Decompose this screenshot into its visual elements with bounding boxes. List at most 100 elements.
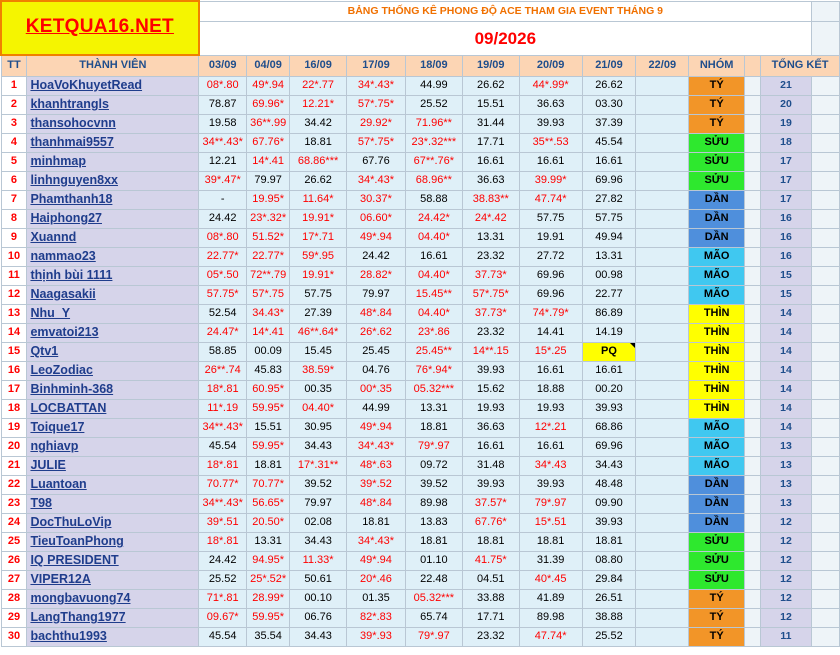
empty-cell[interactable] xyxy=(635,170,690,191)
score-cell[interactable]: 34**.43* xyxy=(198,132,248,153)
score-cell[interactable]: 04.76 xyxy=(346,360,406,381)
member-name[interactable]: nghiavp xyxy=(26,436,200,457)
score-cell[interactable]: 39.93 xyxy=(581,512,637,533)
score-cell[interactable]: 01.10 xyxy=(404,550,463,571)
score-cell[interactable]: 22.77* xyxy=(198,246,248,267)
score-cell[interactable]: 25.52 xyxy=(198,569,248,590)
group-badge[interactable]: SỬU xyxy=(688,550,746,571)
site-logo[interactable]: KETQUA16.NET xyxy=(26,16,174,37)
member-name[interactable]: khanhtrangls xyxy=(26,94,200,115)
score-cell[interactable]: 20.50* xyxy=(246,512,291,533)
score-cell[interactable]: 01.35 xyxy=(346,588,406,609)
score-cell[interactable]: 45.83 xyxy=(246,360,291,381)
empty-cell[interactable] xyxy=(635,284,690,305)
empty-cell[interactable] xyxy=(635,398,690,419)
score-cell[interactable]: 59*.95 xyxy=(289,246,348,267)
score-cell[interactable]: 25.52 xyxy=(581,626,637,647)
score-cell[interactable]: 48.48 xyxy=(581,474,637,495)
score-cell[interactable]: 26.62 xyxy=(461,75,520,96)
score-cell[interactable]: 30.37* xyxy=(346,189,406,210)
score-cell[interactable]: 37.73* xyxy=(461,265,520,286)
score-cell[interactable]: 37.57* xyxy=(461,493,520,514)
score-cell[interactable]: 04.40* xyxy=(404,227,463,248)
score-cell[interactable]: 14.41 xyxy=(518,322,583,343)
score-cell[interactable]: 39.93 xyxy=(518,474,583,495)
score-cell[interactable]: 74*.79* xyxy=(518,303,583,324)
score-cell[interactable]: 45.54 xyxy=(581,132,637,153)
score-cell[interactable]: 39*.93 xyxy=(346,626,406,647)
empty-cell[interactable] xyxy=(635,227,690,248)
score-cell[interactable]: 28.99* xyxy=(246,588,291,609)
score-cell[interactable]: 39.52 xyxy=(404,474,463,495)
score-cell[interactable]: 12.21* xyxy=(289,94,348,115)
score-cell[interactable]: 57.75 xyxy=(581,208,637,229)
group-badge[interactable]: THÌN xyxy=(688,303,746,324)
score-cell[interactable]: 16.61 xyxy=(461,436,520,457)
score-cell[interactable]: 08*.80 xyxy=(198,75,248,96)
score-cell[interactable]: 34.43 xyxy=(581,455,637,476)
empty-cell[interactable] xyxy=(635,531,690,552)
score-cell[interactable]: 15.62 xyxy=(461,379,520,400)
score-cell[interactable]: 25.45 xyxy=(346,341,406,362)
score-cell[interactable]: 13.31 xyxy=(461,227,520,248)
score-cell[interactable]: 11.64* xyxy=(289,189,348,210)
score-cell[interactable]: 17*.71 xyxy=(289,227,348,248)
score-cell[interactable]: 71*.81 xyxy=(198,588,248,609)
member-name[interactable]: Toique17 xyxy=(26,417,200,438)
score-cell[interactable]: 22.48 xyxy=(404,569,463,590)
score-cell[interactable]: 18*.81 xyxy=(198,531,248,552)
score-cell[interactable]: 57.75 xyxy=(289,284,348,305)
score-cell[interactable]: 27.39 xyxy=(289,303,348,324)
score-cell[interactable]: 06.60* xyxy=(346,208,406,229)
score-cell[interactable]: 15.51 xyxy=(246,417,291,438)
group-badge[interactable]: DẦN xyxy=(688,493,746,514)
group-badge[interactable]: DẦN xyxy=(688,227,746,248)
score-cell[interactable]: 38.88 xyxy=(581,607,637,628)
empty-cell[interactable] xyxy=(635,208,690,229)
score-cell[interactable]: 18.81 xyxy=(404,417,463,438)
score-cell[interactable]: 02.08 xyxy=(289,512,348,533)
score-cell[interactable]: 15*.51 xyxy=(518,512,583,533)
score-cell[interactable]: 04.40* xyxy=(289,398,348,419)
score-cell[interactable]: 04.40* xyxy=(404,303,463,324)
score-cell[interactable]: 19.93 xyxy=(518,398,583,419)
member-name[interactable]: DocThuLoVip xyxy=(26,512,200,533)
empty-cell[interactable] xyxy=(635,607,690,628)
score-cell[interactable]: 79*.97 xyxy=(518,493,583,514)
score-cell[interactable]: 23*.32*** xyxy=(404,132,463,153)
member-name[interactable]: T98 xyxy=(26,493,200,514)
empty-cell[interactable] xyxy=(635,151,690,172)
score-cell[interactable]: 34*.43* xyxy=(346,170,406,191)
score-cell[interactable]: 11*.19 xyxy=(198,398,248,419)
score-cell[interactable]: 40*.45 xyxy=(518,569,583,590)
score-cell[interactable]: 26*.62 xyxy=(346,322,406,343)
score-cell[interactable]: 14.19 xyxy=(581,322,637,343)
member-name[interactable]: Qtv1 xyxy=(26,341,200,362)
score-cell[interactable]: 39.93 xyxy=(461,360,520,381)
score-cell[interactable]: 34**.43* xyxy=(198,417,248,438)
score-cell[interactable]: 19.91* xyxy=(289,265,348,286)
member-name[interactable]: thanhmai9557 xyxy=(26,132,200,153)
score-cell[interactable]: 06.76 xyxy=(289,607,348,628)
score-cell[interactable]: 65.74 xyxy=(404,607,463,628)
score-cell[interactable]: 59.95* xyxy=(246,436,291,457)
score-cell[interactable]: 24.42* xyxy=(404,208,463,229)
score-cell[interactable]: 34*.43* xyxy=(346,436,406,457)
score-cell[interactable]: 52.54 xyxy=(198,303,248,324)
score-cell[interactable]: 28.82* xyxy=(346,265,406,286)
score-cell[interactable]: 19.95* xyxy=(246,189,291,210)
score-cell[interactable]: 25.52 xyxy=(404,94,463,115)
score-cell[interactable]: 34.43* xyxy=(246,303,291,324)
score-cell[interactable]: 39.93 xyxy=(461,474,520,495)
score-cell[interactable]: 49*.94 xyxy=(246,75,291,96)
score-cell[interactable]: 24.47* xyxy=(198,322,248,343)
score-cell[interactable]: 58.88 xyxy=(404,189,463,210)
score-cell[interactable]: 44.99 xyxy=(404,75,463,96)
empty-cell[interactable] xyxy=(635,474,690,495)
score-cell[interactable]: 23.32 xyxy=(461,322,520,343)
score-cell[interactable]: 23*.32* xyxy=(246,208,291,229)
member-name[interactable]: Naagasakii xyxy=(26,284,200,305)
group-badge[interactable]: TÝ xyxy=(688,113,746,134)
group-badge[interactable]: MÃO xyxy=(688,417,746,438)
member-name[interactable]: VIPER12A xyxy=(26,569,200,590)
